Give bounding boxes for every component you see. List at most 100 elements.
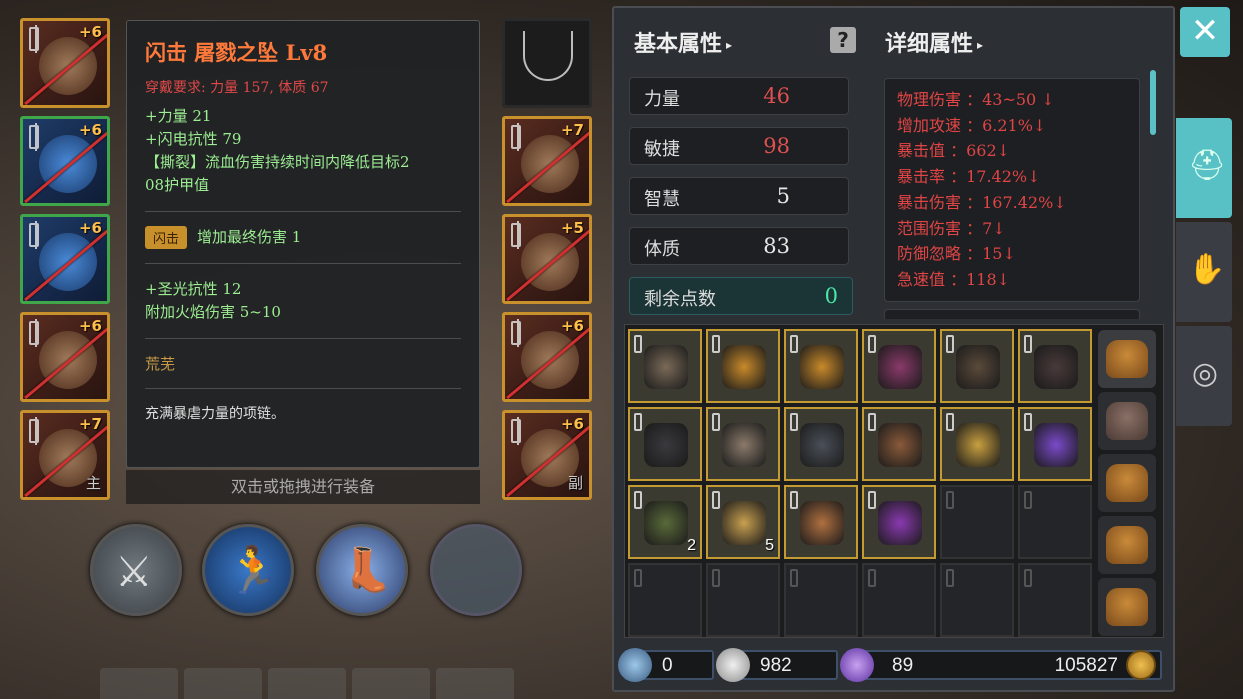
detail-attributes-list[interactable]: 物理伤害 ：43~50 ↓ 增加攻速 ：6.21%↓ 暴击值 ：662↓ 暴击率… — [884, 78, 1140, 302]
bag-tab-3[interactable] — [1098, 454, 1156, 512]
inventory-slot[interactable] — [706, 563, 780, 637]
divider — [145, 338, 461, 339]
bag-tab-2[interactable] — [1098, 392, 1156, 450]
sword-skill-button[interactable]: ⚔ — [90, 524, 182, 616]
enhance-level: +7 — [560, 121, 584, 139]
inventory-slot[interactable] — [784, 563, 858, 637]
inventory-slot[interactable] — [628, 329, 702, 403]
helmet-icon: ⛑ — [1188, 148, 1227, 183]
equip-slot-helmet[interactable]: +6 — [20, 18, 110, 108]
enhance-level: +7 — [78, 415, 102, 433]
inventory-slot[interactable] — [628, 407, 702, 481]
inventory-slot[interactable] — [862, 485, 936, 559]
basic-attributes-label: 基本属性 — [634, 31, 723, 57]
boot-icon: 👢 — [341, 545, 394, 594]
divider — [145, 388, 461, 389]
bottom-tab[interactable] — [352, 668, 430, 699]
bottom-tab[interactable] — [268, 668, 346, 699]
inventory-slot[interactable] — [1018, 563, 1092, 637]
lock-icon — [1024, 335, 1032, 353]
caret-icon: ▸ — [977, 38, 984, 52]
scrollbar[interactable] — [1150, 70, 1156, 135]
equip-slot-off-hand[interactable]: +6 副 — [502, 410, 592, 500]
lock-icon — [29, 221, 39, 249]
enhance-level: +6 — [78, 121, 102, 139]
close-button[interactable]: ✕ — [1180, 7, 1230, 57]
inventory-slot[interactable] — [940, 329, 1014, 403]
lock-icon — [712, 491, 720, 509]
bag-tab-5[interactable] — [1098, 578, 1156, 636]
inventory-slot[interactable] — [862, 407, 936, 481]
inventory-slot[interactable] — [940, 407, 1014, 481]
bag-tab-4[interactable] — [1098, 516, 1156, 574]
divider — [145, 211, 461, 212]
inventory-slot[interactable] — [706, 407, 780, 481]
lock-icon — [634, 335, 642, 353]
hand-label: 副 — [567, 474, 583, 492]
dash-skill-button[interactable]: 🏃 — [202, 524, 294, 616]
inventory-slot[interactable] — [862, 329, 936, 403]
detail-row: 暴击值 ：662↓ — [897, 141, 1011, 161]
backpack-icon — [1106, 526, 1148, 564]
stat-value: 5 — [776, 184, 790, 208]
item-rarity: 荒芜 — [145, 355, 176, 373]
tab-equipment[interactable]: ⛑ — [1176, 118, 1232, 218]
lock-icon — [511, 123, 521, 151]
sword-icon: ⚔ — [115, 547, 153, 596]
lock-icon — [29, 319, 39, 347]
gloves-icon: ✋ — [1188, 252, 1226, 287]
item-icon — [800, 501, 844, 545]
equip-slot-chest[interactable]: +6 — [20, 116, 110, 206]
equip-slot-legs[interactable]: +6 — [20, 214, 110, 304]
equip-slot-gloves[interactable]: +7 — [502, 116, 592, 206]
inventory-slot[interactable] — [940, 485, 1014, 559]
item-stat: +闪电抗性 79 — [145, 130, 242, 148]
item-icon — [644, 423, 688, 467]
tab-targets[interactable]: ◎ — [1176, 326, 1232, 426]
enhance-level: +6 — [560, 317, 584, 335]
item-stat: 【撕裂】流血伤害持续时间内降低目标2 — [145, 153, 410, 171]
bottom-tab[interactable] — [184, 668, 262, 699]
bottom-tab[interactable] — [436, 668, 514, 699]
inventory-slot[interactable] — [1018, 407, 1092, 481]
lock-icon — [946, 569, 954, 587]
help-icon[interactable]: ? — [830, 27, 856, 53]
equip-slot-ring2[interactable]: +6 — [502, 312, 592, 402]
detail-row: 急速值 ：118↓ — [897, 269, 1011, 289]
basic-attributes-header[interactable]: 基本属性 ▸ — [634, 26, 732, 58]
crystal-icon — [840, 648, 874, 682]
item-requirement: 穿戴要求: 力量 157, 体质 67 — [145, 80, 329, 96]
lock-icon — [868, 491, 876, 509]
inventory-slot[interactable] — [862, 563, 936, 637]
lock-icon — [946, 491, 954, 509]
equip-slot-necklace[interactable] — [502, 18, 592, 108]
item-title: 闪击 屠戮之坠 Lv8 — [145, 40, 328, 65]
stat-agility: 敏捷 98 — [629, 127, 849, 165]
bag-tab-1[interactable] — [1098, 330, 1156, 388]
necklace-icon — [523, 31, 573, 81]
inventory-slot[interactable] — [784, 329, 858, 403]
detail-attributes-header[interactable]: 详细属性 ▸ — [885, 26, 983, 58]
detail-row: 暴击率 ：17.42%↓ — [897, 167, 1041, 187]
tab-skills[interactable]: ✋ — [1176, 222, 1232, 322]
equip-slot-main-hand[interactable]: +7 主 — [20, 410, 110, 500]
inventory-slot[interactable] — [784, 407, 858, 481]
detail-row: 增加攻速 ：6.21%↓ — [897, 115, 1047, 135]
inventory-slot[interactable] — [1018, 485, 1092, 559]
equip-slot-ring[interactable]: +6 — [20, 312, 110, 402]
inventory-slot[interactable]: 2 — [628, 485, 702, 559]
inventory-slot[interactable] — [940, 563, 1014, 637]
item-icon — [878, 501, 922, 545]
inventory-slot[interactable]: 5 — [706, 485, 780, 559]
equip-slot-boots[interactable]: +5 — [502, 214, 592, 304]
boot-skill-button[interactable]: 👢 — [316, 524, 408, 616]
item-count: 5 — [765, 537, 774, 554]
bottom-tab[interactable] — [100, 668, 178, 699]
inventory-slot[interactable] — [784, 485, 858, 559]
inventory-slot[interactable] — [628, 563, 702, 637]
inventory-slot[interactable] — [1018, 329, 1092, 403]
inventory-slot[interactable] — [706, 329, 780, 403]
enhance-level: +6 — [78, 317, 102, 335]
item-tooltip: 闪击 屠戮之坠 Lv8 穿戴要求: 力量 157, 体质 67 +力量 21 +… — [126, 20, 480, 468]
empty-skill-slot[interactable] — [430, 524, 522, 616]
